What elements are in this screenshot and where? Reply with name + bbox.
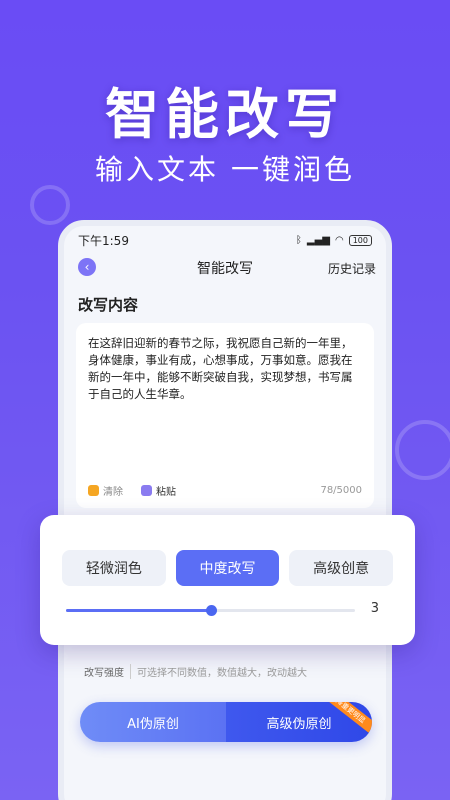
slider-fill: [66, 609, 211, 612]
strength-label: 改写强度: [84, 668, 124, 679]
rewrite-content-input[interactable]: 在这辞旧迎新的春节之际，我祝愿自己新的一年里，身体健康，事业有成，心想事成，万事…: [76, 323, 374, 508]
mode-card: 轻微润色 中度改写 高级创意 3: [40, 515, 415, 645]
strength-hint: 可选择不同数值，数值越大，改动越大: [130, 664, 307, 679]
promo-ribbon: 降重更明显: [325, 702, 372, 733]
section-title: 改写内容: [78, 296, 139, 314]
strength-row: 改写强度 可选择不同数值，数值越大，改动越大: [84, 664, 307, 679]
action-row: AI伪原创 高级伪原创 降重更明显: [80, 702, 372, 742]
paste-icon: [141, 485, 152, 496]
nav-bar: ‹ 智能改写 历史记录: [64, 254, 386, 282]
char-counter: 78/5000: [320, 485, 362, 496]
background-circle: [30, 185, 70, 225]
mode-advanced-button[interactable]: 高级创意: [289, 550, 394, 586]
mode-selector: 轻微润色 中度改写 高级创意: [40, 515, 415, 586]
chevron-left-icon[interactable]: ‹: [78, 258, 96, 276]
status-time: 下午1:59: [78, 233, 129, 248]
editor-footer: 清除 粘贴 78/5000: [88, 483, 362, 498]
editor-text[interactable]: 在这辞旧迎新的春节之际，我祝愿自己新的一年里，身体健康，事业有成，心想事成，万事…: [88, 335, 362, 403]
history-button[interactable]: 历史记录: [328, 260, 376, 277]
advanced-rewrite-button[interactable]: 高级伪原创 降重更明显: [226, 702, 372, 742]
ai-rewrite-button[interactable]: AI伪原创: [80, 702, 226, 742]
mode-light-button[interactable]: 轻微润色: [62, 550, 166, 586]
slider-track[interactable]: [66, 605, 355, 616]
mode-medium-button[interactable]: 中度改写: [175, 550, 280, 586]
wifi-icon: ◠: [334, 234, 344, 246]
advanced-rewrite-label: 高级伪原创: [266, 716, 332, 732]
background-circle: [395, 420, 450, 480]
paste-label: 粘贴: [156, 487, 176, 498]
hero-title: 智能改写: [105, 83, 345, 146]
clear-icon: [88, 485, 99, 496]
strength-slider[interactable]: 3: [40, 596, 415, 636]
bluetooth-icon: ᛒ: [295, 234, 302, 246]
status-icons: ᛒ ▂▄▆ ◠ 100: [295, 234, 372, 246]
hero-subtitle: 输入文本 一键润色: [95, 153, 355, 186]
signal-icon: ▂▄▆: [306, 234, 330, 246]
page-title: 智能改写: [197, 261, 253, 277]
battery-icon: 100: [348, 234, 372, 246]
slider-thumb[interactable]: [205, 605, 217, 616]
clear-button[interactable]: 清除: [88, 483, 123, 498]
clear-label: 清除: [103, 487, 123, 498]
slider-value: 3: [370, 601, 379, 616]
status-bar: 下午1:59 ᛒ ▂▄▆ ◠ 100: [64, 226, 386, 254]
paste-button[interactable]: 粘贴: [141, 483, 176, 498]
